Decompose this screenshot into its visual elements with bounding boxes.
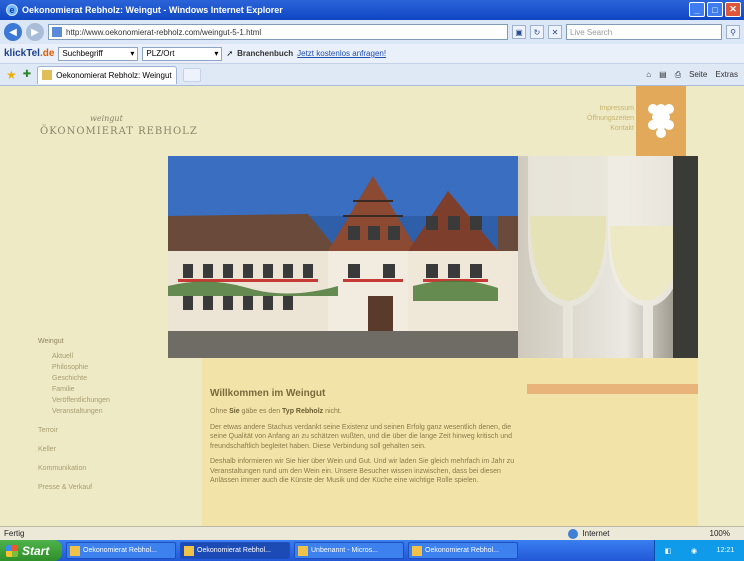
- print-icon[interactable]: ⎙: [675, 70, 681, 80]
- free-request-link[interactable]: Jetzt kostenlos anfragen!: [297, 49, 386, 58]
- page-title: Willkommen im Weingut: [210, 388, 326, 399]
- chevron-down-icon: ▾: [130, 49, 135, 58]
- system-tray: ◧ ◉ 12:21: [654, 540, 744, 561]
- link-contact[interactable]: Kontakt: [587, 124, 634, 134]
- klicktel-toolbar: klickTel.de Suchbegriff ▾ PLZ/Ort ▾ ➚ Bran…: [0, 44, 744, 64]
- close-button[interactable]: ✕: [725, 2, 741, 17]
- branchenbuch-menu[interactable]: Branchenbuch: [237, 49, 293, 58]
- windows-logo-icon: [6, 544, 18, 557]
- page-menu[interactable]: Seite: [689, 70, 707, 80]
- hero-photo: [168, 156, 698, 358]
- tab-favicon-icon: [42, 70, 53, 80]
- back-button[interactable]: ◀: [4, 23, 22, 41]
- search-input[interactable]: Live Search: [566, 24, 722, 40]
- security-zone[interactable]: Internet: [568, 528, 610, 539]
- nav-kommunikation[interactable]: Kommunikation: [38, 463, 110, 474]
- site-brand[interactable]: ÖKONOMIERAT REBHOLZ: [40, 126, 198, 137]
- tab-bar: ★ ✚ Oekonomierat Rebholz: Weingut ⌂ ▤ ⎙ …: [0, 64, 744, 86]
- grape-logo[interactable]: [636, 86, 686, 156]
- zoom-level[interactable]: 100%: [710, 529, 730, 538]
- nav-presse-verkauf[interactable]: Presse & Verkauf: [38, 482, 110, 493]
- search-term-select[interactable]: Suchbegriff ▾: [58, 46, 139, 61]
- add-favorites-icon[interactable]: ✚: [23, 69, 31, 80]
- zone-label: Internet: [582, 529, 610, 538]
- go-icon[interactable]: ➚: [226, 49, 233, 58]
- nav-keller[interactable]: Keller: [38, 444, 110, 455]
- window-controls: _ □ ✕: [689, 2, 741, 17]
- taskbar-item[interactable]: Oekonomierat Rebhol...: [66, 542, 176, 559]
- grape-icon: [648, 104, 674, 138]
- feeds-icon[interactable]: ▤: [659, 70, 667, 80]
- window-title: Oekonomierat Rebholz: Weingut - Windows …: [22, 5, 283, 15]
- brand-tagline: weingut: [90, 114, 123, 123]
- taskbar-item[interactable]: Unbenannt - Micros...: [294, 542, 404, 559]
- body-paragraph: Der etwas andere Stachus verdankt seine …: [210, 423, 512, 450]
- refresh-icon[interactable]: ↻: [530, 25, 544, 39]
- accent-bar: [527, 384, 698, 394]
- ie-logo-icon: e: [6, 4, 18, 16]
- search-placeholder: Live Search: [570, 27, 613, 37]
- chevron-down-icon: ▾: [214, 49, 219, 58]
- link-impressum[interactable]: Impressum: [587, 104, 634, 114]
- minimize-button[interactable]: _: [689, 2, 705, 17]
- window-title-bar: e Oekonomierat Rebholz: Weingut - Window…: [0, 0, 744, 20]
- new-tab-button[interactable]: [183, 67, 202, 82]
- nav-item[interactable]: Geschichte: [38, 373, 110, 384]
- search-icon[interactable]: ⚲: [726, 25, 740, 39]
- nav-item[interactable]: Philosophie: [38, 362, 110, 373]
- link-opening-hours[interactable]: Öffnungszeiten: [587, 114, 634, 124]
- volume-icon[interactable]: ◉: [691, 547, 697, 555]
- maximize-button[interactable]: □: [707, 2, 723, 17]
- start-button[interactable]: Start: [0, 540, 62, 561]
- status-text: Fertig: [4, 529, 25, 538]
- nav-terroir[interactable]: Terroir: [38, 425, 110, 436]
- favorites-star-icon[interactable]: ★: [6, 68, 17, 82]
- home-icon[interactable]: ⌂: [646, 70, 651, 80]
- taskbar: Start Oekonomierat Rebhol... Oekonomiera…: [0, 540, 744, 561]
- page-favicon-icon: [52, 27, 62, 37]
- clock[interactable]: 12:21: [717, 547, 735, 554]
- globe-icon: [568, 528, 579, 539]
- address-bar: ◀ ▶ http://www.oekonomierat-rebholz.com/…: [0, 20, 744, 44]
- top-links: Impressum Öffnungszeiten Kontakt: [587, 104, 634, 134]
- compatibility-icon[interactable]: ▣: [512, 25, 526, 39]
- tray-icon[interactable]: ◧: [665, 547, 672, 555]
- main-content: Willkommen im Weingut Ohne Sie gäbe es d…: [202, 358, 527, 526]
- url-text: http://www.oekonomierat-rebholz.com/wein…: [66, 27, 262, 37]
- web-page: weingut ÖKONOMIERAT REBHOLZ Impressum Öf…: [0, 86, 744, 526]
- command-bar: ⌂ ▤ ⎙ Seite Extras: [646, 70, 738, 80]
- stop-icon[interactable]: ✕: [548, 25, 562, 39]
- forward-button[interactable]: ▶: [26, 23, 44, 41]
- ie-icon: [70, 545, 80, 556]
- status-bar: Fertig Internet 100%: [0, 526, 744, 540]
- tab-active[interactable]: Oekonomierat Rebholz: Weingut: [37, 65, 178, 84]
- nav-weingut[interactable]: Weingut: [38, 336, 110, 347]
- ie-icon: [412, 545, 422, 556]
- ie-icon: [184, 545, 194, 556]
- nav-item[interactable]: Aktuell: [38, 351, 110, 362]
- paint-icon: [298, 545, 308, 556]
- left-navigation: Weingut Aktuell Philosophie Geschichte F…: [38, 336, 110, 493]
- url-field[interactable]: http://www.oekonomierat-rebholz.com/wein…: [48, 24, 508, 40]
- tab-label: Oekonomierat Rebholz: Weingut: [56, 70, 172, 80]
- taskbar-item[interactable]: Oekonomierat Rebhol...: [180, 542, 290, 559]
- nav-item[interactable]: Veröffentlichungen: [38, 395, 110, 406]
- intro-paragraph: Ohne Sie gäbe es den Typ Rebholz nicht.: [210, 408, 342, 415]
- tools-menu[interactable]: Extras: [715, 70, 738, 80]
- winery-building-image: [168, 156, 698, 358]
- taskbar-item[interactable]: Oekonomierat Rebhol...: [408, 542, 518, 559]
- location-select[interactable]: PLZ/Ort ▾: [142, 46, 223, 61]
- nav-item[interactable]: Familie: [38, 384, 110, 395]
- nav-item[interactable]: Veranstaltungen: [38, 406, 110, 417]
- klicktel-logo[interactable]: klickTel.de: [4, 48, 54, 59]
- body-paragraph: Deshalb informieren wir Sie hier über We…: [210, 458, 515, 484]
